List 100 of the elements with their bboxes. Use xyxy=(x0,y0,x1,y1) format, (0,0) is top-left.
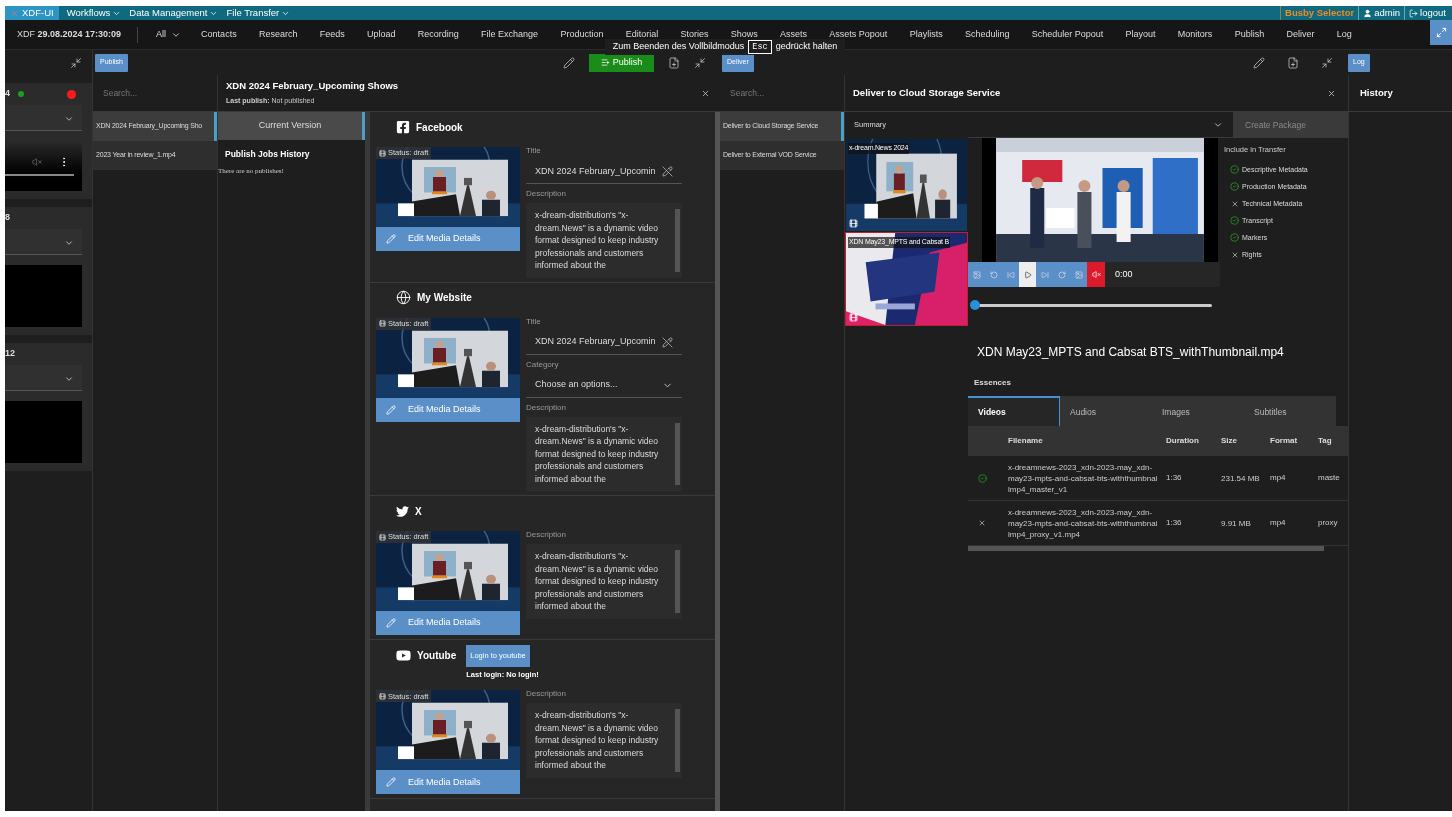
image-icon[interactable] xyxy=(1070,262,1087,287)
description-text: x-dream-distribution's "x-dream.News" is a dynamic video format designed to keep industry professionals and customers informed about the xyxy=(535,210,659,270)
title-field[interactable]: XDN 2024 February_Upcomin xyxy=(526,330,682,355)
nav-tab[interactable]: Recording xyxy=(417,27,459,42)
slider-thumb[interactable] xyxy=(970,300,980,310)
menu-button[interactable]: Workflows xyxy=(66,5,122,21)
pencil-icon[interactable] xyxy=(563,56,575,69)
essences-title: Essences xyxy=(973,377,1012,389)
essence-tab[interactable]: Videos xyxy=(968,396,1060,426)
user-name[interactable]: admin xyxy=(1374,5,1401,21)
image-icon[interactable] xyxy=(968,262,985,287)
essence-tab[interactable]: Audios xyxy=(1060,396,1152,426)
nav-tab[interactable]: Upload xyxy=(367,27,396,42)
table-cell-text: 1:36 xyxy=(1166,472,1183,484)
pencil-icon xyxy=(386,234,396,244)
time-display: 0:00 xyxy=(1115,267,1133,281)
chevron-down-icon xyxy=(64,238,74,248)
essence-tab[interactable]: Subtitles xyxy=(1244,396,1336,426)
skip-back-icon[interactable] xyxy=(1002,262,1019,287)
file-plus-icon[interactable] xyxy=(668,56,680,69)
skip-forward-icon[interactable] xyxy=(1036,262,1053,287)
publish-button[interactable]: Publish xyxy=(589,53,654,72)
table-cell-text: 9.91 MB xyxy=(1221,517,1252,529)
description-field[interactable]: x-dream-distribution's "x-dream.News" is a dynamic video format designed to keep industry professionals and customers informed about the xyxy=(526,703,682,778)
pencil-off-icon[interactable] xyxy=(662,336,673,348)
nav-tab[interactable]: Research xyxy=(258,27,298,42)
scrollbar[interactable] xyxy=(715,112,720,811)
pencil-off-icon[interactable] xyxy=(662,166,673,177)
nav-tab[interactable]: Log xyxy=(1336,27,1352,42)
search-field[interactable]: Search... xyxy=(720,75,844,111)
nav-tab[interactable]: File Exchange xyxy=(481,27,539,42)
close-icon[interactable] xyxy=(701,88,710,98)
nav-tab[interactable]: Playout xyxy=(1125,27,1156,42)
clock: XDF 29.08.2024 17:30:09 xyxy=(16,27,123,41)
video-player[interactable] xyxy=(5,141,82,191)
mute-icon[interactable] xyxy=(32,157,42,167)
notice-text: Zum Beenden des Vollbildmodus xyxy=(612,40,745,54)
description-field[interactable]: x-dream-distribution's "x-dream.News" is a dynamic video format designed to keep industry professionals and customers informed about the xyxy=(526,544,682,619)
title-field[interactable]: XDN 2024 February_Upcomin xyxy=(526,160,682,184)
source-dropdown[interactable] xyxy=(5,229,82,255)
description-field[interactable]: x-dream-distribution's "x-dream.News" is a dynamic video format designed to keep industry professionals and customers informed about the xyxy=(526,416,682,491)
video-icon xyxy=(849,313,858,322)
nav-tab[interactable]: Monitors xyxy=(1177,27,1213,42)
nav-tab[interactable]: Deliver xyxy=(1286,27,1315,42)
user-icon xyxy=(1363,8,1373,18)
minimize-icon[interactable] xyxy=(1321,56,1333,69)
nav-tab[interactable]: Scheduler Popout xyxy=(1031,27,1104,42)
menu-button[interactable]: Data Management xyxy=(129,5,219,21)
facebook-icon xyxy=(396,120,410,134)
filter-dropdown[interactable]: All xyxy=(156,27,182,42)
chevron-down-icon xyxy=(64,114,74,124)
channel-name: X xyxy=(415,504,422,519)
nav-tab[interactable]: Feeds xyxy=(319,27,345,42)
seek-slider[interactable] xyxy=(970,299,1212,311)
description-field[interactable]: x-dream-distribution's "x-dream.News" is a dynamic video format designed to keep industry professionals and customers informed about the xyxy=(526,203,682,278)
logo-icon xyxy=(10,8,19,18)
version-tab[interactable]: Current Version xyxy=(218,112,365,140)
expand-icon xyxy=(1435,27,1447,38)
search-field[interactable]: Search... xyxy=(93,75,217,111)
channel-name: Youtube xyxy=(417,648,457,663)
nav-tab[interactable]: Shows xyxy=(730,27,758,42)
pencil-icon[interactable] xyxy=(1253,56,1265,69)
nav-tab[interactable]: Assets xyxy=(780,27,808,42)
nav-tab[interactable]: Editorial xyxy=(625,27,659,42)
table-cell-text: x-dreamnews-2023_xdn-2023-may_xdn-may23-mpts-and-cabsat-bts-withthumbnailmp4_proxy_v1.mp4 xyxy=(1008,506,1159,540)
source-dropdown[interactable] xyxy=(5,365,82,391)
nav-tab[interactable]: Contacts xyxy=(201,27,237,42)
play-icon[interactable] xyxy=(1019,262,1036,287)
chevron-down-icon xyxy=(64,374,74,384)
nav-tab[interactable]: Scheduling xyxy=(964,27,1010,42)
nav-tab[interactable]: Playlists xyxy=(909,27,943,42)
file-title: XDN May23_MPTS and Cabsat BTS_withThumbnail.mp4 xyxy=(976,344,1285,361)
bird-icon xyxy=(396,504,409,518)
monitor-label: 4 xyxy=(5,87,10,101)
column-header: Filename xyxy=(1008,435,1044,447)
source-dropdown[interactable] xyxy=(5,105,82,131)
fullscreen-button[interactable] xyxy=(1430,20,1452,45)
nav-tab[interactable]: Publish xyxy=(1234,27,1265,42)
nav-tab[interactable]: Assets Popout xyxy=(829,27,888,42)
close-icon[interactable] xyxy=(1327,88,1336,98)
table-cell-text: mp4 xyxy=(1270,472,1287,484)
column-header: Size xyxy=(1221,435,1238,447)
film-icon xyxy=(379,320,386,327)
film-icon xyxy=(379,533,386,541)
nav-tab[interactable]: Production xyxy=(560,27,604,42)
file-plus-icon[interactable] xyxy=(1287,56,1299,69)
description-text: x-dream-distribution's "x-dream.News" is a dynamic video format designed to keep industry professionals and customers informed about the xyxy=(535,710,659,771)
field-label: Description xyxy=(526,688,567,701)
minimize-icon[interactable] xyxy=(694,56,706,69)
essence-tab[interactable]: Images xyxy=(1152,396,1244,426)
scrollbar[interactable] xyxy=(968,546,1324,551)
list-icon xyxy=(600,58,610,67)
nav-tab[interactable]: Stories xyxy=(680,27,709,42)
mute-button[interactable] xyxy=(1087,262,1105,287)
pencil-icon xyxy=(386,777,396,788)
panel-title: XDN 2024 February_Upcoming Shows xyxy=(226,79,399,94)
minimize-icon[interactable] xyxy=(70,56,82,69)
menu-button[interactable]: File Transfer xyxy=(226,5,291,21)
pencil-icon xyxy=(386,618,396,628)
globe-icon xyxy=(396,290,411,305)
